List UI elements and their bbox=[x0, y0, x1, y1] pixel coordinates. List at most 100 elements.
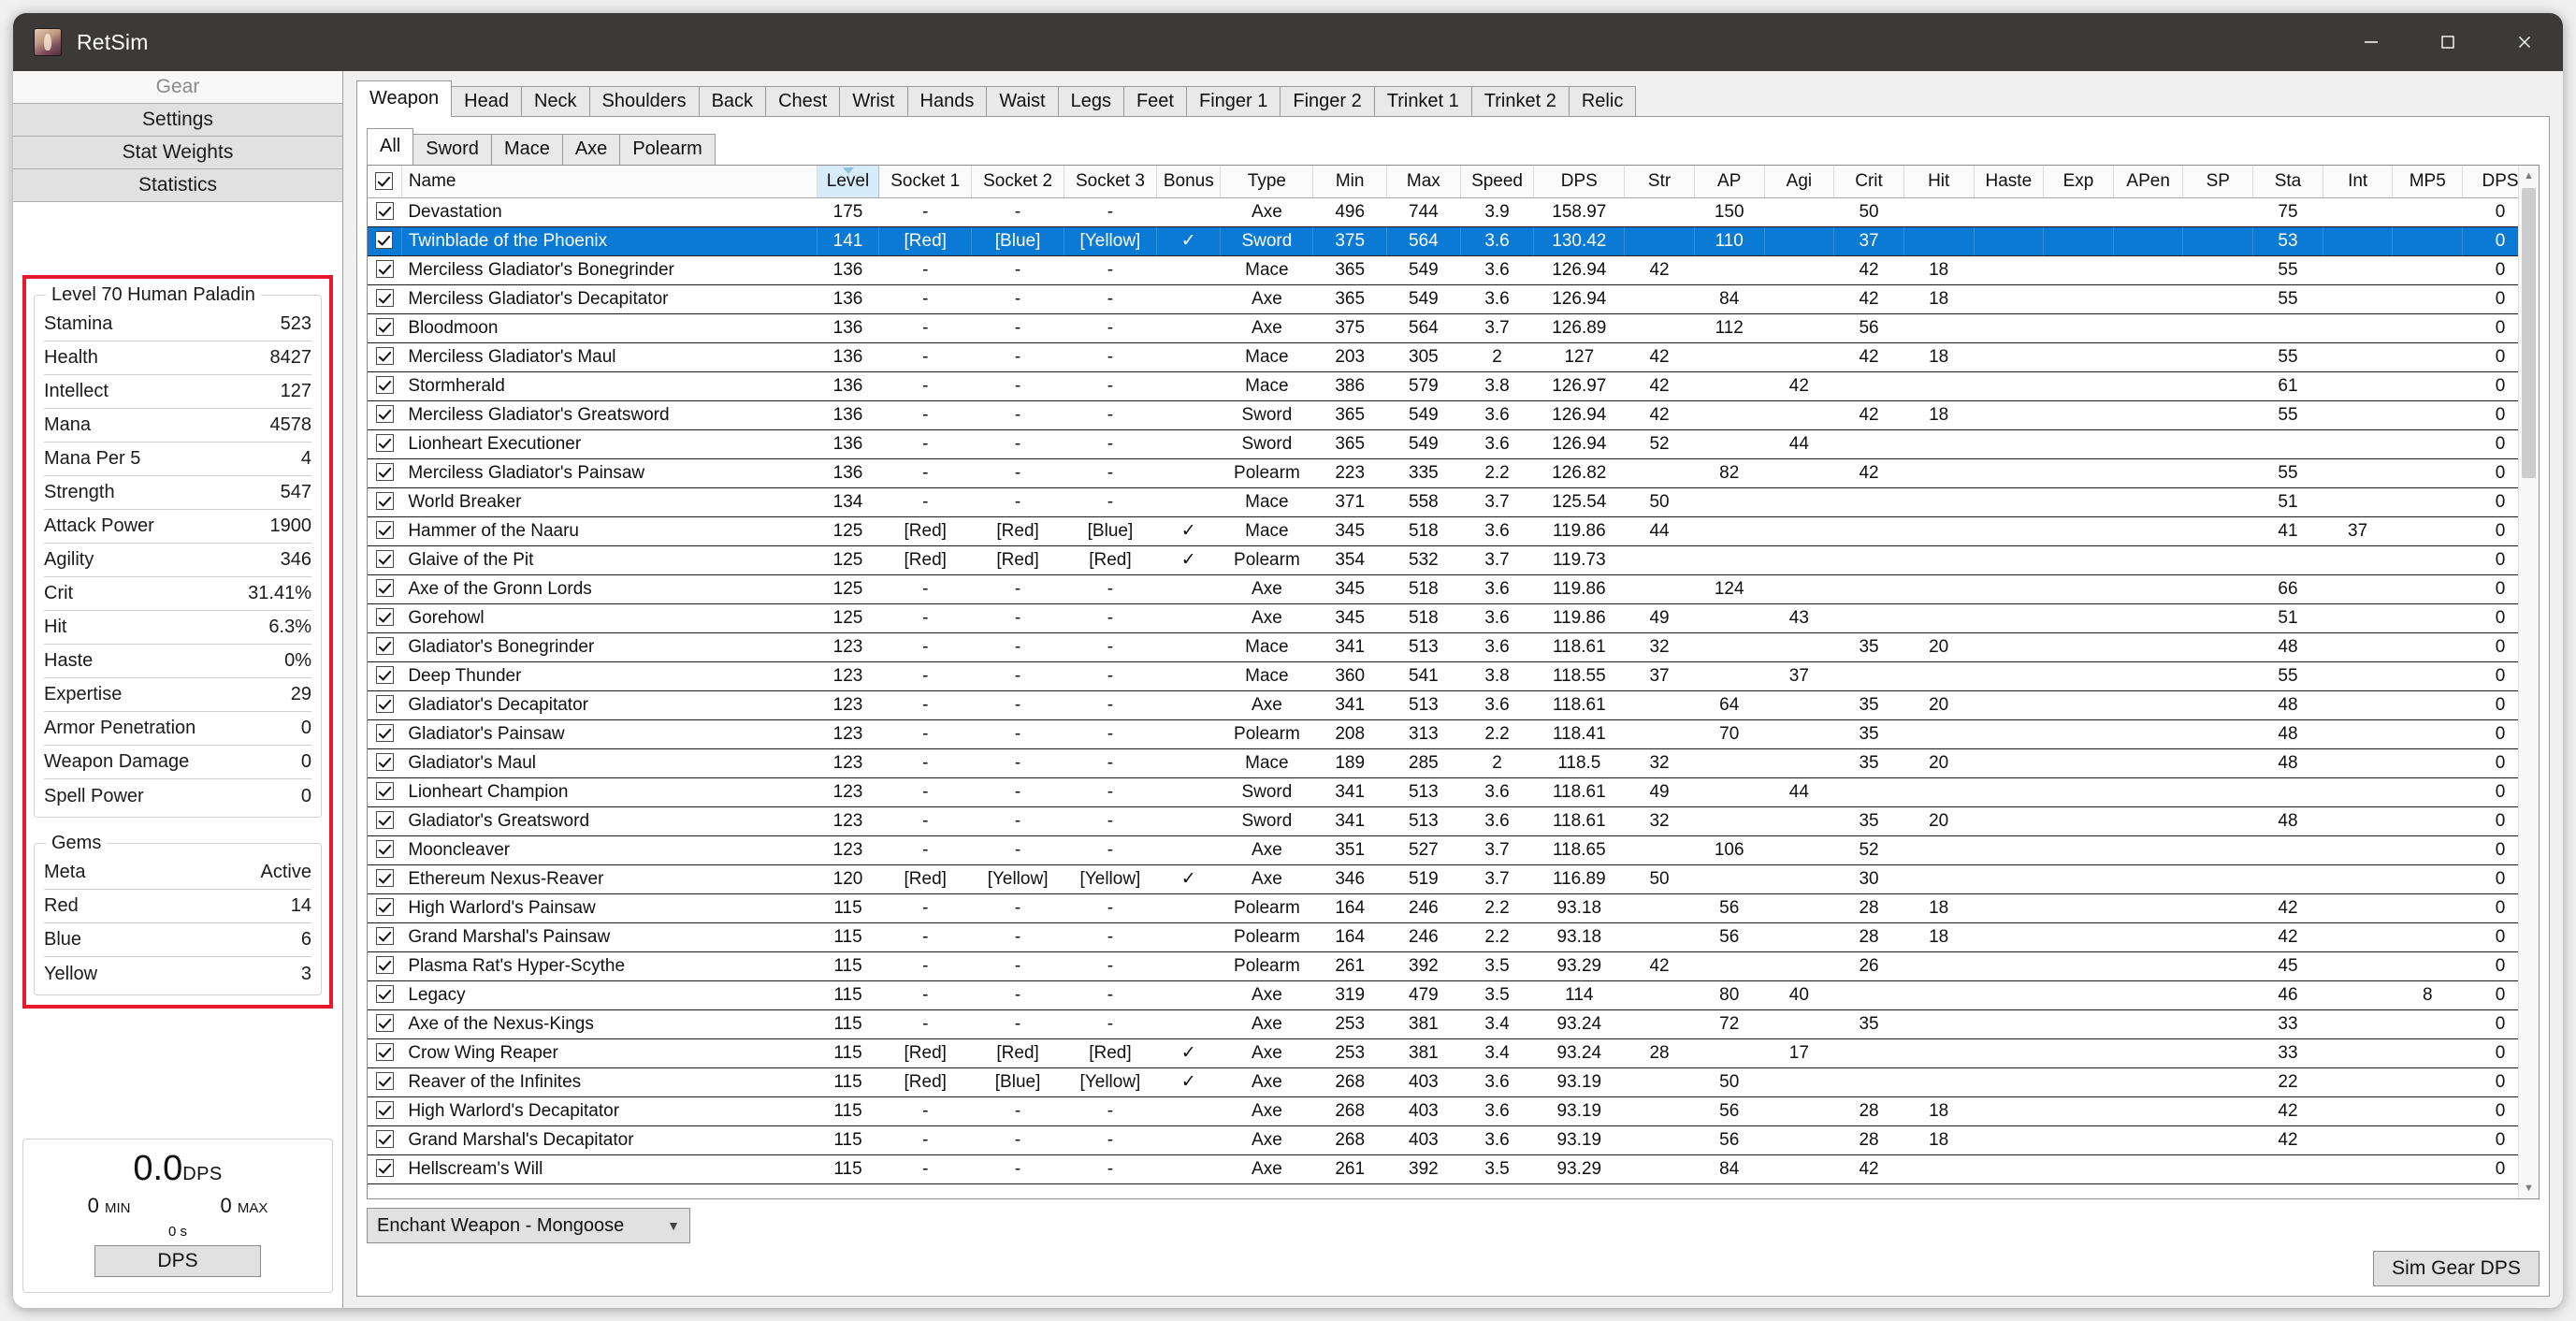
tab-trinket-2[interactable]: Trinket 2 bbox=[1470, 86, 1570, 117]
scrollbar-track[interactable] bbox=[2519, 186, 2539, 1178]
row-checkbox-cell[interactable] bbox=[368, 1125, 402, 1155]
table-row[interactable]: High Warlord's Painsaw 115- - - Polearm 164 24… bbox=[368, 893, 2539, 923]
tab-hands[interactable]: Hands bbox=[906, 86, 988, 117]
row-checkbox[interactable] bbox=[375, 839, 394, 858]
table-row[interactable]: Crow Wing Reaper 115 [Red] [Red] [Red] ✓ Axe 25… bbox=[368, 1038, 2539, 1068]
row-checkbox-cell[interactable] bbox=[368, 719, 402, 749]
table-row[interactable]: Twinblade of the Phoenix 141 [Red] [Blue] [Y… bbox=[368, 226, 2539, 256]
row-checkbox[interactable] bbox=[375, 1129, 394, 1148]
row-checkbox[interactable] bbox=[375, 955, 394, 974]
column-header-apen[interactable]: APen bbox=[2113, 166, 2184, 198]
row-checkbox-cell[interactable] bbox=[368, 342, 402, 372]
row-checkbox[interactable] bbox=[375, 984, 394, 1003]
table-row[interactable]: Merciless Gladiator's Greatsword 136- - - Sw… bbox=[368, 400, 2539, 430]
table-row[interactable]: Grand Marshal's Painsaw 115- - - Polearm 164 2… bbox=[368, 922, 2539, 952]
row-checkbox-cell[interactable] bbox=[368, 893, 402, 923]
row-checkbox[interactable] bbox=[375, 288, 394, 307]
column-header-exp[interactable]: Exp bbox=[2043, 166, 2114, 198]
row-checkbox[interactable] bbox=[375, 520, 394, 539]
column-header-mp5[interactable]: MP5 bbox=[2392, 166, 2464, 198]
tab-neck[interactable]: Neck bbox=[520, 86, 590, 117]
row-checkbox-cell[interactable] bbox=[368, 951, 402, 981]
sidebar-item-gear[interactable]: Gear bbox=[13, 71, 342, 104]
tab-head[interactable]: Head bbox=[451, 86, 522, 117]
column-header-bonus[interactable]: Bonus bbox=[1156, 166, 1222, 198]
row-checkbox[interactable] bbox=[375, 868, 394, 887]
row-checkbox-cell[interactable] bbox=[368, 255, 402, 285]
column-header-socket-3[interactable]: Socket 3 bbox=[1064, 166, 1157, 198]
column-header-int[interactable]: Int bbox=[2323, 166, 2394, 198]
row-checkbox-cell[interactable] bbox=[368, 777, 402, 807]
sidebar-item-statistics[interactable]: Statistics bbox=[13, 169, 342, 202]
column-header-min[interactable]: Min bbox=[1312, 166, 1388, 198]
row-checkbox-cell[interactable] bbox=[368, 835, 402, 865]
table-row[interactable]: Devastation 175- - - Axe 496 744 3.9 158.97 150 50… bbox=[368, 197, 2539, 227]
table-row[interactable]: Gladiator's Maul 123- - - Mace 189 285 2 118.5 32… bbox=[368, 748, 2539, 778]
table-row[interactable]: Gladiator's Decapitator 123- - - Axe 341 513 3.… bbox=[368, 690, 2539, 720]
row-checkbox-cell[interactable] bbox=[368, 748, 402, 778]
table-row[interactable]: Lionheart Champion 123- - - Sword 341 513 3.6 11… bbox=[368, 777, 2539, 807]
row-checkbox-cell[interactable] bbox=[368, 371, 402, 401]
row-checkbox-cell[interactable] bbox=[368, 1067, 402, 1097]
tab-wrist[interactable]: Wrist bbox=[839, 86, 908, 117]
table-row[interactable]: Glaive of the Pit 125 [Red] [Red] [Red] ✓ Pole… bbox=[368, 545, 2539, 575]
row-checkbox[interactable] bbox=[375, 1158, 394, 1177]
column-header-hit[interactable]: Hit bbox=[1903, 166, 1975, 198]
table-row[interactable]: Merciless Gladiator's Maul 136- - - Mace 203 3… bbox=[368, 342, 2539, 372]
vertical-scrollbar[interactable]: ▲ ▼ bbox=[2518, 166, 2539, 1198]
tab-chest[interactable]: Chest bbox=[765, 86, 841, 117]
row-checkbox-cell[interactable] bbox=[368, 632, 402, 662]
sidebar-item-stat-weights[interactable]: Stat Weights bbox=[13, 137, 342, 169]
row-checkbox-cell[interactable] bbox=[368, 806, 402, 836]
table-row[interactable]: Stormherald 136- - - Mace 386 579 3.8 126.97 42 42… bbox=[368, 371, 2539, 401]
row-checkbox[interactable] bbox=[375, 1100, 394, 1119]
table-row[interactable]: Axe of the Nexus-Kings 115- - - Axe 253 381 3.4… bbox=[368, 1009, 2539, 1039]
select-all-checkbox-header[interactable] bbox=[368, 166, 402, 198]
row-checkbox[interactable] bbox=[375, 665, 394, 684]
table-row[interactable]: World Breaker 134- - - Mace 371 558 3.7 125.54 50… bbox=[368, 487, 2539, 517]
select-all-checkbox[interactable] bbox=[375, 171, 394, 190]
sim-gear-dps-button[interactable]: Sim Gear DPS bbox=[2373, 1251, 2540, 1286]
row-checkbox[interactable] bbox=[375, 694, 394, 713]
tab-trinket-1[interactable]: Trinket 1 bbox=[1373, 86, 1472, 117]
column-header-speed[interactable]: Speed bbox=[1460, 166, 1535, 198]
tab-relic[interactable]: Relic bbox=[1568, 86, 1637, 117]
table-row[interactable]: Gorehowl 125- - - Axe 345 518 3.6 119.86 49 43 51 0 bbox=[368, 603, 2539, 633]
column-header-haste[interactable]: Haste bbox=[1974, 166, 2045, 198]
row-checkbox[interactable] bbox=[375, 1071, 394, 1090]
row-checkbox-cell[interactable] bbox=[368, 574, 402, 604]
row-checkbox[interactable] bbox=[375, 810, 394, 829]
row-checkbox-cell[interactable] bbox=[368, 545, 402, 575]
table-row[interactable]: Merciless Gladiator's Bonegrinder 136- - - M… bbox=[368, 255, 2539, 285]
row-checkbox-cell[interactable] bbox=[368, 922, 402, 952]
row-checkbox-cell[interactable] bbox=[368, 864, 402, 894]
tab-shoulders[interactable]: Shoulders bbox=[588, 86, 700, 117]
column-header-dps[interactable]: DPS bbox=[1533, 166, 1626, 198]
row-checkbox[interactable] bbox=[375, 317, 394, 336]
sidebar-item-settings[interactable]: Settings bbox=[13, 104, 342, 137]
tab-back[interactable]: Back bbox=[698, 86, 767, 117]
row-checkbox[interactable] bbox=[375, 346, 394, 365]
row-checkbox-cell[interactable] bbox=[368, 690, 402, 720]
row-checkbox[interactable] bbox=[375, 201, 394, 220]
filter-tab-all[interactable]: All bbox=[367, 128, 414, 165]
table-row[interactable]: High Warlord's Decapitator 115- - - Axe 268 40… bbox=[368, 1096, 2539, 1126]
row-checkbox[interactable] bbox=[375, 462, 394, 481]
row-checkbox[interactable] bbox=[375, 230, 394, 249]
table-row[interactable]: Gladiator's Painsaw 123- - - Polearm 208 313 2.… bbox=[368, 719, 2539, 749]
minimize-icon[interactable] bbox=[2333, 13, 2410, 71]
table-row[interactable]: Hellscream's Will 115- - - Axe 261 392 3.5 93.29… bbox=[368, 1154, 2539, 1184]
scroll-up-icon[interactable]: ▲ bbox=[2519, 166, 2539, 186]
row-checkbox-cell[interactable] bbox=[368, 1096, 402, 1126]
tab-finger-1[interactable]: Finger 1 bbox=[1185, 86, 1281, 117]
row-checkbox-cell[interactable] bbox=[368, 313, 402, 343]
filter-tab-polearm[interactable]: Polearm bbox=[619, 134, 716, 165]
filter-tab-axe[interactable]: Axe bbox=[561, 134, 621, 165]
table-row[interactable]: Bloodmoon 136- - - Axe 375 564 3.7 126.89 112 56 0 bbox=[368, 313, 2539, 343]
row-checkbox-cell[interactable] bbox=[368, 980, 402, 1010]
row-checkbox-cell[interactable] bbox=[368, 400, 402, 430]
row-checkbox-cell[interactable] bbox=[368, 516, 402, 546]
row-checkbox[interactable] bbox=[375, 549, 394, 568]
tab-legs[interactable]: Legs bbox=[1057, 86, 1124, 117]
row-checkbox-cell[interactable] bbox=[368, 197, 402, 227]
